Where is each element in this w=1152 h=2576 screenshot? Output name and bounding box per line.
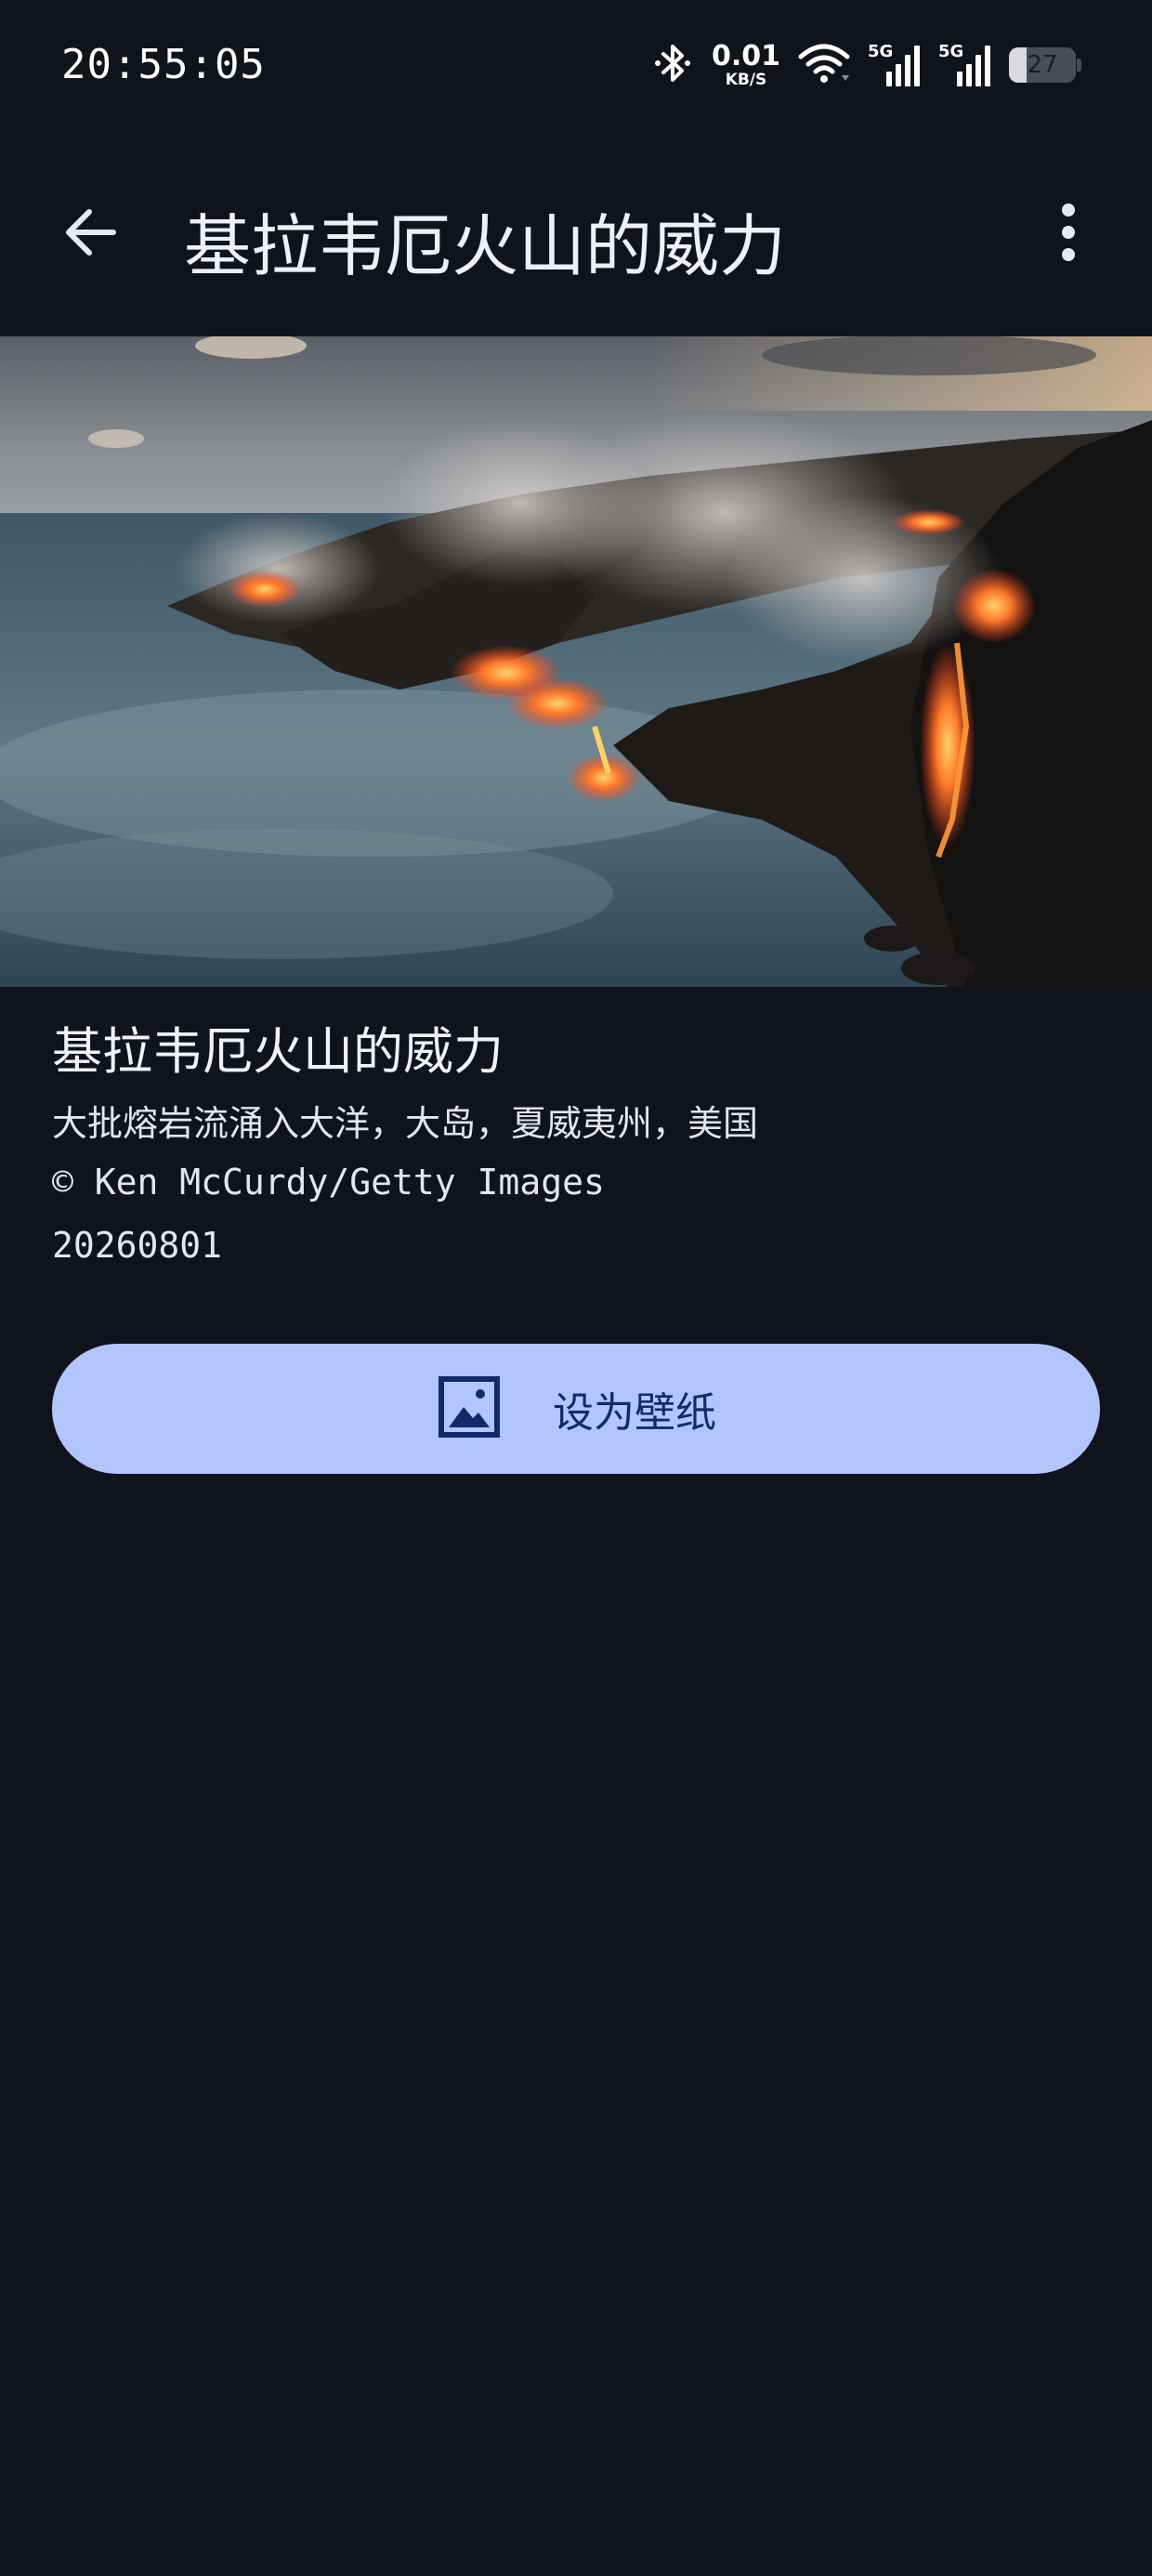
more-vert-icon	[1059, 203, 1078, 266]
back-button[interactable]	[54, 197, 128, 271]
more-options-button[interactable]	[1041, 197, 1096, 271]
arrow-back-icon	[61, 203, 121, 266]
status-bar: 20:55:05 0.01 KB/S 5G 5G 27	[0, 0, 1152, 139]
wifi-icon	[797, 42, 851, 88]
wallpaper-image[interactable]	[0, 336, 1152, 987]
wallpaper-icon	[436, 1373, 503, 1444]
battery-icon: 27	[1009, 47, 1081, 83]
app-bar: 基拉韦厄火山的威力	[0, 139, 1152, 336]
wallpaper-description: 大批熔岩流涌入大洋，大岛，夏威夷州，美国	[52, 1102, 759, 1144]
sim2-signal-icon: 5G	[938, 42, 992, 88]
set-wallpaper-button[interactable]: 设为壁纸	[52, 1344, 1100, 1474]
status-icons: 0.01 KB/S 5G 5G 27	[654, 37, 1081, 93]
battery-nub	[1077, 59, 1081, 72]
status-time: 20:55:05	[61, 41, 266, 88]
page-title: 基拉韦厄火山的威力	[184, 207, 787, 285]
battery-level-fill	[1009, 47, 1028, 83]
set-wallpaper-label: 设为壁纸	[553, 1389, 716, 1437]
lava-ocean-photo	[0, 336, 1152, 987]
network-speed: 0.01 KB/S	[711, 39, 780, 89]
wallpaper-info: 基拉韦厄火山的威力 大批熔岩流涌入大洋，大岛，夏威夷州，美国 © Ken McC…	[52, 1022, 1102, 1268]
network-speed-value: 0.01	[711, 39, 780, 72]
wallpaper-copyright: © Ken McCurdy/Getty Images	[52, 1162, 605, 1203]
bluetooth-icon	[654, 41, 695, 89]
network-speed-unit: KB/S	[725, 70, 767, 89]
sim1-signal-icon: 5G	[868, 42, 922, 88]
wallpaper-date: 20260801	[52, 1224, 223, 1266]
wallpaper-title: 基拉韦厄火山的威力	[52, 1022, 504, 1081]
battery-level-text: 27	[1027, 51, 1058, 79]
